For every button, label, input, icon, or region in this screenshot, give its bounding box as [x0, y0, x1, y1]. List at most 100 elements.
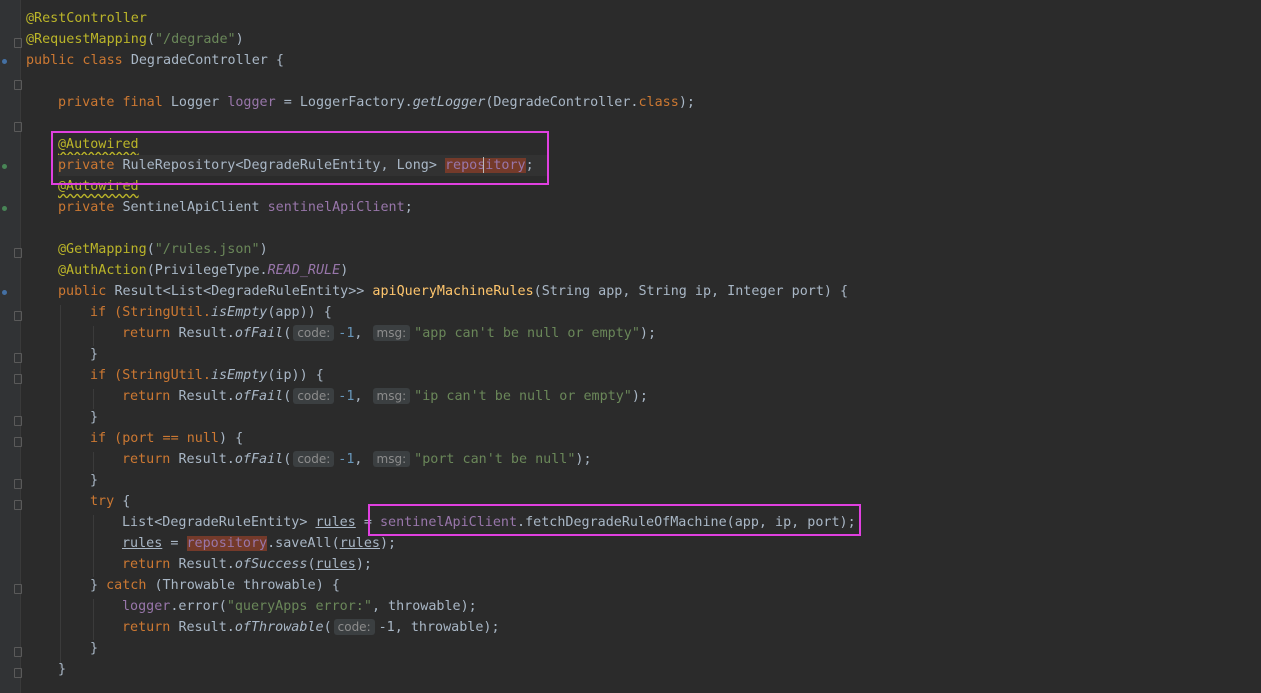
code-line[interactable]: @RequestMapping("/degrade") [26, 29, 244, 50]
keyword: return [122, 620, 179, 635]
param-hint: msg: [372, 388, 411, 404]
code-line[interactable]: } [90, 344, 98, 365]
code-line[interactable]: public Result<List<DegradeRuleEntity>> a… [58, 281, 848, 302]
local-var: rules [122, 536, 163, 551]
keyword: if (port == [90, 431, 187, 446]
class-ref: LoggerFactory. [299, 95, 413, 110]
code-line[interactable]: rules = repository.saveAll(rules); [122, 533, 396, 554]
string-literal: "queryApps error:" [226, 599, 372, 614]
fold-toggle-icon[interactable] [14, 311, 22, 321]
class-ref: Result. [178, 452, 235, 467]
bean-marker-icon[interactable] [2, 206, 7, 211]
code-line[interactable]: } catch (Throwable throwable) { [90, 575, 340, 596]
keyword: catch [106, 578, 147, 593]
mapping-marker-icon[interactable] [2, 290, 7, 295]
fold-toggle-icon[interactable] [14, 500, 22, 510]
field-name: logger [122, 599, 171, 614]
highlight-box-fetch-call [368, 504, 861, 536]
code-line[interactable]: return Result.ofSuccess(rules); [122, 554, 372, 575]
indent-guide [93, 389, 94, 409]
static-method: isEmpty [210, 305, 268, 320]
local-var: rules [315, 557, 356, 572]
code-line[interactable]: return Result.ofFail(code: -1, msg: "app c… [122, 323, 656, 344]
type-name: SentinelApiClient [122, 200, 268, 215]
string-literal: "app can't be null or empty" [414, 326, 640, 341]
string-literal: "/rules.json" [154, 242, 260, 257]
code-line[interactable]: public class DegradeController { [26, 50, 284, 71]
fold-toggle-icon[interactable] [14, 353, 22, 363]
fold-toggle-icon[interactable] [14, 437, 22, 447]
code-line[interactable]: } [58, 659, 66, 680]
class-ref: Result. [178, 326, 235, 341]
code-line[interactable]: @RestController [26, 8, 147, 29]
class-ref: Result. [178, 389, 235, 404]
keyword: return [122, 452, 179, 467]
method-name: apiQueryMachineRules [372, 284, 534, 299]
implemented-marker-icon[interactable] [2, 59, 7, 64]
fold-toggle-icon[interactable] [14, 584, 22, 594]
static-method: getLogger [412, 95, 486, 110]
indent-guide [93, 452, 94, 472]
highlight-box-repository [51, 131, 549, 185]
code-line[interactable]: logger.error("queryApps error:", throwab… [122, 596, 477, 617]
keyword: if (StringUtil. [90, 305, 211, 320]
static-method: isEmpty [210, 368, 268, 383]
string-literal: "port can't be null" [414, 452, 576, 467]
class-ref: PrivilegeType. [154, 263, 268, 278]
bean-marker-icon[interactable] [2, 164, 7, 169]
keyword: null [186, 431, 219, 446]
code-line[interactable]: try { [90, 491, 130, 512]
fold-toggle-icon[interactable] [14, 248, 22, 258]
fold-toggle-icon[interactable] [14, 416, 22, 426]
arg: (ip)) { [267, 368, 324, 383]
return-type: Result<List<DegradeRuleEntity>> [114, 284, 373, 299]
class-name: DegradeController [130, 53, 268, 68]
annotation: @GetMapping [58, 242, 147, 257]
fold-toggle-icon[interactable] [14, 479, 22, 489]
fold-toggle-icon[interactable] [14, 374, 22, 384]
static-method: ofFail [234, 326, 284, 341]
static-method: ofFail [234, 389, 284, 404]
code-line[interactable]: @GetMapping("/rules.json") [58, 239, 268, 260]
number: -1 [338, 389, 355, 404]
local-var: rules [315, 515, 356, 530]
keyword: if (StringUtil. [90, 368, 211, 383]
fold-toggle-icon[interactable] [14, 80, 22, 90]
param-hint: code: [293, 451, 335, 467]
fold-toggle-icon[interactable] [14, 122, 22, 132]
editor-gutter[interactable] [0, 0, 22, 693]
code-line[interactable]: if (StringUtil.isEmpty(app)) { [90, 302, 332, 323]
keyword: class [638, 95, 679, 110]
arg: -1, throwable); [378, 620, 500, 635]
static-method: ofSuccess [234, 557, 308, 572]
local-var: rules [339, 536, 380, 551]
fold-toggle-icon[interactable] [14, 38, 22, 48]
fold-toggle-icon[interactable] [14, 668, 22, 678]
code-line[interactable]: return Result.ofThrowable(code: -1, throw… [122, 617, 500, 638]
class-ref: Result. [178, 557, 235, 572]
code-line[interactable]: return Result.ofFail(code: -1, msg: "ip ca… [122, 386, 648, 407]
code-line[interactable]: return Result.ofFail(code: -1, msg: "port … [122, 449, 592, 470]
code-line[interactable]: @AuthAction(PrivilegeType.READ_RULE) [58, 260, 348, 281]
code-line[interactable]: if (StringUtil.isEmpty(ip)) { [90, 365, 324, 386]
code-line[interactable]: private SentinelApiClient sentinelApiCli… [58, 197, 413, 218]
code-line[interactable]: } [90, 407, 98, 428]
type-name: List<DegradeRuleEntity> [122, 515, 316, 530]
code-line[interactable]: private final Logger logger = LoggerFact… [58, 92, 695, 113]
param-hint: code: [333, 619, 375, 635]
method-call: .saveAll( [267, 536, 340, 551]
code-line[interactable]: if (port == null) { [90, 428, 243, 449]
keyword: private [58, 200, 123, 215]
keyword: try [90, 494, 115, 509]
constant: READ_RULE [267, 263, 341, 278]
number: -1 [338, 326, 355, 341]
param-hint: msg: [372, 451, 411, 467]
field-name: logger [227, 95, 276, 110]
indent-guide [93, 326, 94, 346]
fold-toggle-icon[interactable] [14, 647, 22, 657]
keyword: return [122, 326, 179, 341]
code-line[interactable]: } [90, 470, 98, 491]
code-line[interactable]: } [90, 638, 98, 659]
class-ref: Result. [178, 620, 235, 635]
keyword: private final [58, 95, 171, 110]
